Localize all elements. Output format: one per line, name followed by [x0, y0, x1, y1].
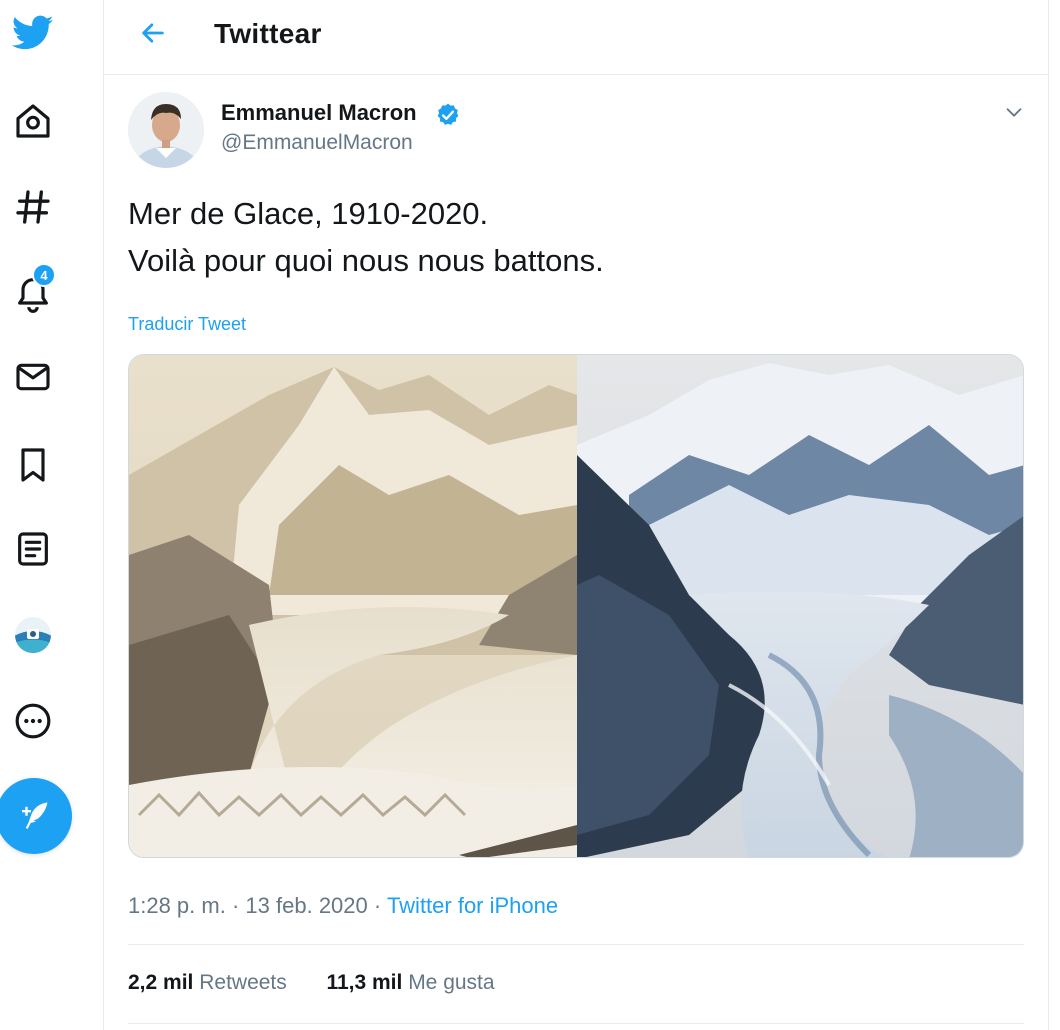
translate-tweet-link[interactable]: Traducir Tweet: [128, 314, 246, 335]
bookmark-icon[interactable]: [12, 444, 54, 486]
sidebar-nav: 4: [0, 0, 103, 1030]
retweets-count: 2,2 mil: [128, 971, 194, 994]
meta-separator: ·: [231, 893, 240, 918]
notifications-badge: 4: [32, 263, 56, 287]
home-icon[interactable]: [12, 100, 54, 142]
tweet-text: Mer de Glace, 1910-2020. Voilà pour quoi…: [128, 190, 604, 284]
sidebar-divider: [103, 0, 104, 1030]
page-header: Twittear: [104, 0, 1048, 75]
page-title: Twittear: [214, 18, 322, 49]
compose-tweet-icon: [16, 798, 52, 834]
tweet-meta: 1:28 p. m. · 13 feb. 2020 · Twitter for …: [128, 893, 558, 919]
divider: [128, 944, 1024, 945]
column-divider: [1048, 0, 1049, 1030]
chevron-down-icon: [1003, 101, 1025, 128]
author-avatar[interactable]: [128, 92, 204, 168]
more-options-icon[interactable]: [12, 700, 54, 742]
likes-count: 11,3 mil: [326, 971, 403, 994]
back-arrow-icon: [139, 19, 167, 52]
tweet-media-image[interactable]: [128, 354, 1024, 858]
tweet-stats: 2,2 mil Retweets 11,3 mil Me gusta: [128, 971, 495, 995]
retweets-label: Retweets: [199, 971, 287, 994]
tweet-text-line: Voilà pour quoi nous nous battons.: [128, 243, 604, 278]
tweet-date[interactable]: 13 feb. 2020: [245, 893, 367, 918]
compose-tweet-button[interactable]: [0, 778, 72, 854]
tweet-more-button[interactable]: [998, 98, 1030, 130]
tweet-time[interactable]: 1:28 p. m.: [128, 893, 226, 918]
likes-label: Me gusta: [408, 971, 495, 994]
divider: [128, 1023, 1024, 1024]
author-handle[interactable]: @EmmanuelMacron: [221, 131, 413, 155]
glacier-photo-comparison: [129, 355, 1023, 857]
profile-avatar-icon[interactable]: [12, 614, 54, 656]
verified-badge-icon: [435, 102, 461, 133]
lists-icon[interactable]: [12, 528, 54, 570]
hashtag-icon[interactable]: [12, 186, 54, 228]
messages-envelope-icon[interactable]: [12, 356, 54, 398]
likes-stat[interactable]: 11,3 mil Me gusta: [326, 971, 494, 994]
retweets-stat[interactable]: 2,2 mil Retweets: [128, 971, 287, 994]
tweet-source-link[interactable]: Twitter for iPhone: [387, 893, 558, 918]
twitter-bird-icon[interactable]: [12, 12, 54, 54]
meta-separator: ·: [373, 893, 382, 918]
back-button[interactable]: [132, 14, 174, 56]
author-name[interactable]: Emmanuel Macron: [221, 100, 417, 126]
tweet-text-line: Mer de Glace, 1910-2020.: [128, 196, 489, 231]
